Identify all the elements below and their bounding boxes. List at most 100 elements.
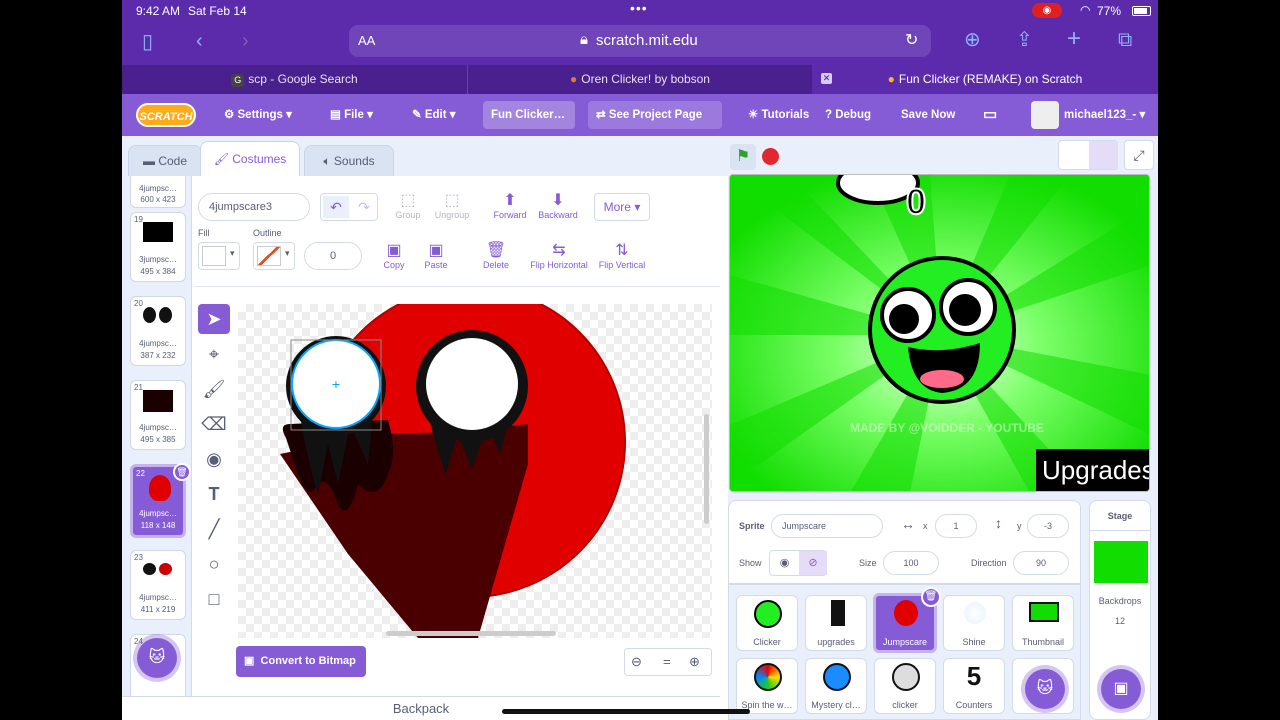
new-tab-icon[interactable]: + xyxy=(1067,27,1081,51)
avatar[interactable] xyxy=(1031,101,1059,129)
stop-icon[interactable] xyxy=(762,148,779,165)
tab-google[interactable]: Gscp - Google Search xyxy=(122,65,467,94)
horizontal-scrollbar[interactable] xyxy=(386,631,556,636)
choose-backdrop-button[interactable]: ▣ xyxy=(1101,669,1141,709)
costume-item[interactable]: 23 4jumpsc… 411 x 219 xyxy=(130,550,186,620)
vertical-scrollbar[interactable] xyxy=(704,414,709,524)
share-icon[interactable]: ⇪ xyxy=(1016,30,1033,50)
large-stage-icon[interactable] xyxy=(1089,141,1118,169)
settings-menu[interactable]: ⚙ Settings ▾ xyxy=(224,94,292,136)
costume-item[interactable]: 20 4jumpsc… 387 x 232 xyxy=(130,296,186,366)
account-menu[interactable]: michael123_- ▾ xyxy=(1064,94,1145,136)
convert-to-bitmap-button[interactable]: ▣ Convert to Bitmap xyxy=(236,646,366,677)
url-text[interactable]: scratch.mit.edu xyxy=(596,32,698,49)
costume-list[interactable]: 4jumpsc… 600 x 423 19 3jumpsc… 495 x 384… xyxy=(122,176,192,696)
project-title-input[interactable]: Fun Clicker… xyxy=(483,101,575,129)
choose-sprite-button[interactable]: 🐱︎ xyxy=(1025,669,1065,709)
outline-width-input[interactable]: 0 xyxy=(304,242,362,270)
flip-vertical-button[interactable]: ⇅ Flip Vertical xyxy=(594,240,650,270)
sprite-name-input[interactable]: Jumpscare xyxy=(771,514,883,538)
file-menu[interactable]: ▤ File ▾ xyxy=(330,94,373,136)
tab-fun-clicker[interactable]: ✕ ● Fun Clicker (REMAKE) on Scratch xyxy=(812,65,1158,94)
delete-costume-icon[interactable]: 🗑︎ xyxy=(173,463,191,481)
size-input[interactable]: 100 xyxy=(883,551,939,575)
x-input[interactable]: 1 xyxy=(935,514,977,538)
flip-horizontal-button[interactable]: ⇆ Flip Horizontal xyxy=(528,240,590,270)
tab-code[interactable]: ▬ Code xyxy=(128,145,202,176)
my-stuff-folder-icon[interactable]: ▭ xyxy=(983,94,997,136)
zoom-reset-button[interactable]: = xyxy=(663,654,671,669)
backward-button[interactable]: ⬇ Backward xyxy=(532,190,584,220)
rectangle-tool-icon[interactable]: □ xyxy=(198,584,230,614)
stage-thumbnail[interactable] xyxy=(1094,541,1148,583)
reload-icon[interactable]: ↻ xyxy=(905,30,918,50)
upgrades-button[interactable]: Upgrades xyxy=(1042,455,1149,486)
fill-color-picker[interactable]: ▾ xyxy=(198,242,240,270)
stage-size-toggle[interactable] xyxy=(1058,140,1118,170)
y-input[interactable]: -3 xyxy=(1027,514,1069,538)
choose-costume-button[interactable]: 🐱︎ xyxy=(137,638,177,678)
sprite-tile[interactable]: Thumbnail xyxy=(1012,595,1074,651)
reader-aa[interactable]: AA xyxy=(358,33,375,48)
delete-sprite-icon[interactable]: 🗑︎ xyxy=(921,587,941,607)
multitask-dots-icon[interactable]: ••• xyxy=(630,0,648,16)
costume-item[interactable]: 4jumpsc… 600 x 423 xyxy=(130,176,186,208)
see-project-page-button[interactable]: ⇄ See Project Page xyxy=(588,101,722,129)
copy-button[interactable]: ▣ Copy xyxy=(374,240,414,270)
costume-item[interactable]: 19 3jumpsc… 495 x 384 xyxy=(130,212,186,282)
download-icon[interactable]: ⊕ xyxy=(964,30,981,50)
ungroup-button[interactable]: ⬚ Ungroup xyxy=(430,190,474,220)
delete-button[interactable]: 🗑︎ Delete xyxy=(476,240,516,270)
tutorials-button[interactable]: ☀ Tutorials xyxy=(748,94,809,136)
close-tab-icon[interactable]: ✕ xyxy=(821,73,832,84)
eye-icon[interactable]: ◉ xyxy=(770,551,799,575)
sprite-tile[interactable]: Clicker xyxy=(736,595,798,651)
zoom-out-icon[interactable]: ⊖ xyxy=(631,654,642,670)
group-button[interactable]: ⬚ Group xyxy=(390,190,426,220)
paint-canvas[interactable]: + xyxy=(238,304,712,638)
edit-menu[interactable]: ✎ Edit ▾ xyxy=(412,94,456,136)
stage-canvas[interactable]: 0 MADE BY @VOIDDER - YOUTUBE Upgrades xyxy=(729,174,1150,492)
redo-icon[interactable]: ↷ xyxy=(351,196,377,218)
back-icon[interactable]: ‹ xyxy=(196,31,203,51)
reshape-tool-icon[interactable]: ⌖ xyxy=(198,339,230,369)
sprite-tile[interactable]: Mystery cl… xyxy=(805,658,867,714)
costume-item[interactable]: 21 4jumpsc… 495 x 385 xyxy=(130,380,186,450)
costume-item-selected[interactable]: 22 🗑︎ 4jumpsc… 118 x 148 xyxy=(130,463,191,538)
fill-tool-icon[interactable]: ◉ xyxy=(198,444,230,474)
paste-button[interactable]: ▣ Paste xyxy=(416,240,456,270)
sprite-tile[interactable]: Spin the w… xyxy=(736,658,798,714)
address-bar[interactable]: AA 🔒︎ scratch.mit.edu ↻ xyxy=(349,25,931,57)
costume-name-input[interactable]: 4jumpscare3 xyxy=(198,193,310,221)
select-tool-icon[interactable]: ➤ xyxy=(198,304,230,334)
line-tool-icon[interactable]: ╱ xyxy=(198,514,230,544)
eye-hidden-icon[interactable]: ⊘ xyxy=(799,551,827,575)
save-now-button[interactable]: Save Now xyxy=(901,94,955,136)
forward-icon[interactable]: › xyxy=(242,31,249,51)
home-indicator[interactable] xyxy=(502,709,750,714)
tab-costumes[interactable]: 🖌︎ Costumes xyxy=(200,141,300,176)
sidebar-icon[interactable]: ▯ xyxy=(142,32,153,52)
tabs-overview-icon[interactable]: ⧉ xyxy=(1118,30,1132,50)
undo-icon[interactable]: ↶ xyxy=(323,196,349,218)
backpack-bar[interactable]: Backpack xyxy=(122,696,720,720)
debug-button[interactable]: ? Debug xyxy=(825,94,871,136)
tab-oren-clicker[interactable]: ● Oren Clicker! by bobson xyxy=(467,65,812,94)
green-flag-icon[interactable]: ⚑ xyxy=(730,144,756,170)
brush-tool-icon[interactable]: 🖌︎ xyxy=(198,374,230,404)
sprite-tile[interactable]: Shine xyxy=(943,595,1005,651)
fullscreen-icon[interactable]: ⤢ xyxy=(1124,140,1154,170)
circle-tool-icon[interactable]: ○ xyxy=(198,549,230,579)
sprite-tile[interactable]: upgrades xyxy=(805,595,867,651)
forward-button[interactable]: ⬆ Forward xyxy=(486,190,534,220)
tab-sounds[interactable]: 🔈︎ Sounds xyxy=(304,145,394,176)
sprite-tile[interactable]: clicker xyxy=(874,658,936,714)
text-tool-icon[interactable]: T xyxy=(198,479,230,509)
direction-input[interactable]: 90 xyxy=(1013,551,1069,575)
scratch-logo[interactable]: SCRATCH xyxy=(136,103,196,127)
zoom-in-icon[interactable]: ⊕ xyxy=(689,654,700,670)
more-dropdown[interactable]: More ▾ xyxy=(594,193,650,221)
stage-selector[interactable]: Stage Backdrops 12 ▣ xyxy=(1089,500,1151,720)
sprite-tile[interactable]: 5 Counters xyxy=(943,658,1005,714)
outline-color-picker[interactable]: ▾ xyxy=(253,242,295,270)
